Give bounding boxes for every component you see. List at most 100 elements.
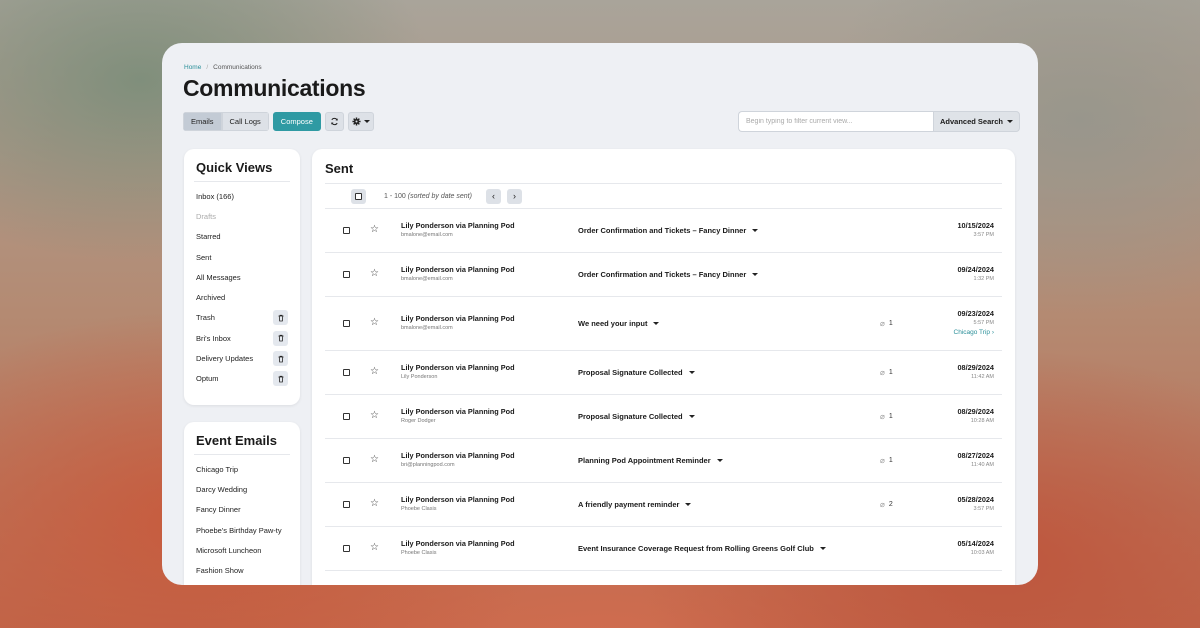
- email-row[interactable]: ☆ Lily Ponderson via Planning Pod Lily Pon…: [325, 351, 1002, 395]
- email-row[interactable]: ☆ Lily Ponderson via Planning Pod Phoebe C…: [325, 527, 1002, 571]
- row-checkbox[interactable]: [343, 320, 350, 327]
- subject-dropdown[interactable]: Proposal Signature Collected: [578, 368, 695, 377]
- quick-view-inbox[interactable]: Inbox (166): [184, 186, 300, 206]
- gear-icon: [352, 117, 361, 126]
- subject-dropdown[interactable]: A friendly payment reminder: [578, 500, 692, 509]
- quick-view-delivery-updates[interactable]: Delivery Updates: [184, 348, 300, 368]
- event-item-chicago-trip[interactable]: Chicago Trip: [184, 459, 300, 479]
- row-checkbox[interactable]: [343, 271, 350, 278]
- delete-view-button[interactable]: [273, 330, 288, 346]
- sender-detail: Phoebe Clasis: [401, 550, 437, 556]
- delete-view-button[interactable]: [273, 310, 288, 326]
- quick-view-trash[interactable]: Trash: [184, 308, 300, 328]
- subject-dropdown[interactable]: Order Confirmation and Tickets – Fancy D…: [578, 226, 759, 235]
- star-icon[interactable]: ☆: [370, 225, 379, 235]
- subject-dropdown[interactable]: Proposal Signature Collected: [578, 412, 695, 421]
- event-item-fashion-show[interactable]: Fashion Show: [184, 560, 300, 580]
- select-all-checkbox[interactable]: [351, 188, 366, 204]
- trash-icon: [278, 314, 283, 322]
- settings-dropdown-button[interactable]: [347, 112, 374, 131]
- time: 1:32 PM: [973, 276, 994, 282]
- sender-detail: Phoebe Clasis: [401, 506, 437, 512]
- event-link[interactable]: Chicago Trip ›: [954, 329, 994, 336]
- quick-view-label: Starred: [196, 232, 221, 242]
- sender-name: Lily Ponderson via Planning Pod: [401, 314, 515, 323]
- attachments: ⌀ 1: [880, 319, 893, 328]
- chevron-down-icon: [653, 322, 660, 325]
- date: 05/28/2024: [957, 495, 994, 504]
- event-item-phoebes-birthday[interactable]: Phoebe's Birthday Paw-ty: [184, 520, 300, 540]
- advanced-search-label: Advanced Search: [940, 117, 1003, 126]
- quick-view-sent[interactable]: Sent: [184, 247, 300, 267]
- quick-view-starred[interactable]: Starred: [184, 227, 300, 247]
- time: 3:57 PM: [973, 506, 994, 512]
- sender: Lily Ponderson via Planning Pod Roger Dod…: [401, 407, 515, 424]
- star-icon[interactable]: ☆: [370, 455, 379, 465]
- subject-dropdown[interactable]: Event Insurance Coverage Request from Ro…: [578, 544, 826, 553]
- sent-date: 08/29/2024 11:42 AM: [957, 363, 994, 380]
- event-item-microsoft-luncheon[interactable]: Microsoft Luncheon: [184, 540, 300, 560]
- subject-dropdown[interactable]: Order Confirmation and Tickets – Fancy D…: [578, 270, 759, 279]
- quick-view-drafts[interactable]: Drafts: [184, 206, 300, 226]
- email-row[interactable]: ☆ Lily Ponderson via Planning Pod bmalone@…: [325, 209, 1002, 253]
- star-icon[interactable]: ☆: [370, 269, 379, 279]
- star-icon[interactable]: ☆: [370, 411, 379, 421]
- quick-view-optum[interactable]: Optum: [184, 369, 300, 389]
- sender-name: Lily Ponderson via Planning Pod: [401, 495, 515, 504]
- row-checkbox[interactable]: [343, 501, 350, 508]
- next-page-button[interactable]: ›: [506, 188, 522, 204]
- star-icon[interactable]: ☆: [370, 318, 379, 328]
- delete-view-button[interactable]: [273, 371, 288, 387]
- prev-page-button[interactable]: ‹: [485, 188, 501, 204]
- email-subject: Event Insurance Coverage Request from Ro…: [578, 544, 814, 553]
- paperclip-icon: ⌀: [880, 368, 885, 377]
- sent-date: 08/29/2024 10:28 AM: [957, 407, 994, 424]
- quick-view-label: Inbox (166): [196, 191, 234, 201]
- sender-name: Lily Ponderson via Planning Pod: [401, 265, 515, 274]
- attachment-count: 2: [888, 501, 893, 508]
- star-icon[interactable]: ☆: [370, 543, 379, 553]
- email-row[interactable]: ☆ Lily Ponderson via Planning Pod bmalone@…: [325, 253, 1002, 297]
- star-icon[interactable]: ☆: [370, 367, 379, 377]
- email-row[interactable]: ☆ Lily Ponderson via Planning Pod bri@plan…: [325, 439, 1002, 483]
- event-label: Fashion Show: [196, 566, 244, 576]
- quick-view-all-messages[interactable]: All Messages: [184, 267, 300, 287]
- checkbox-icon: [343, 320, 350, 327]
- quick-view-bris-inbox[interactable]: Bri's Inbox: [184, 328, 300, 348]
- quick-view-archived[interactable]: Archived: [184, 287, 300, 307]
- email-subject: We need your input: [578, 319, 648, 328]
- filter-input[interactable]: [738, 111, 933, 132]
- email-row[interactable]: ☆ Lily Ponderson via Planning Pod Roger Do…: [325, 395, 1002, 439]
- page-title: Communications: [183, 75, 366, 101]
- delete-view-button[interactable]: [273, 351, 288, 367]
- event-item-darcy-wedding[interactable]: Darcy Wedding: [184, 479, 300, 499]
- refresh-button[interactable]: [324, 112, 344, 131]
- star-icon[interactable]: ☆: [370, 499, 379, 509]
- email-subject: A friendly payment reminder: [578, 500, 680, 509]
- row-checkbox[interactable]: [343, 369, 350, 376]
- sent-date: 09/23/2024 5:57 PM Chicago Trip ›: [954, 309, 994, 336]
- compose-button[interactable]: Compose: [272, 112, 321, 131]
- subject-dropdown[interactable]: Planning Pod Appointment Reminder: [578, 456, 723, 465]
- email-row[interactable]: ☆ Lily Ponderson via Planning Pod bmalone@…: [325, 297, 1002, 351]
- row-checkbox[interactable]: [343, 227, 350, 234]
- event-item-fancy-dinner[interactable]: Fancy Dinner: [184, 500, 300, 520]
- breadcrumb-home-link[interactable]: Home: [184, 64, 201, 71]
- trash-icon: [278, 355, 283, 362]
- advanced-search-button[interactable]: Advanced Search: [933, 111, 1020, 132]
- chevron-down-icon: [819, 547, 826, 550]
- checkbox-icon: [343, 369, 350, 376]
- trash-icon: [278, 375, 283, 383]
- email-list-card: Sent 1 - 100 (sorted by date sent) ‹ › ☆…: [312, 149, 1015, 585]
- subject-dropdown[interactable]: We need your input: [578, 319, 660, 328]
- chevron-down-icon: [688, 371, 695, 374]
- sent-date: 08/27/2024 11:40 AM: [957, 451, 994, 468]
- sender-detail: bri@planningpod.com: [401, 462, 455, 468]
- row-checkbox[interactable]: [343, 545, 350, 552]
- row-checkbox[interactable]: [343, 457, 350, 464]
- email-row[interactable]: ☆ Lily Ponderson via Planning Pod Phoebe C…: [325, 483, 1002, 527]
- row-checkbox[interactable]: [343, 413, 350, 420]
- call-logs-tab[interactable]: Call Logs: [221, 112, 269, 131]
- emails-tab[interactable]: Emails: [183, 112, 222, 131]
- sender-detail: Lily Ponderson: [401, 374, 438, 380]
